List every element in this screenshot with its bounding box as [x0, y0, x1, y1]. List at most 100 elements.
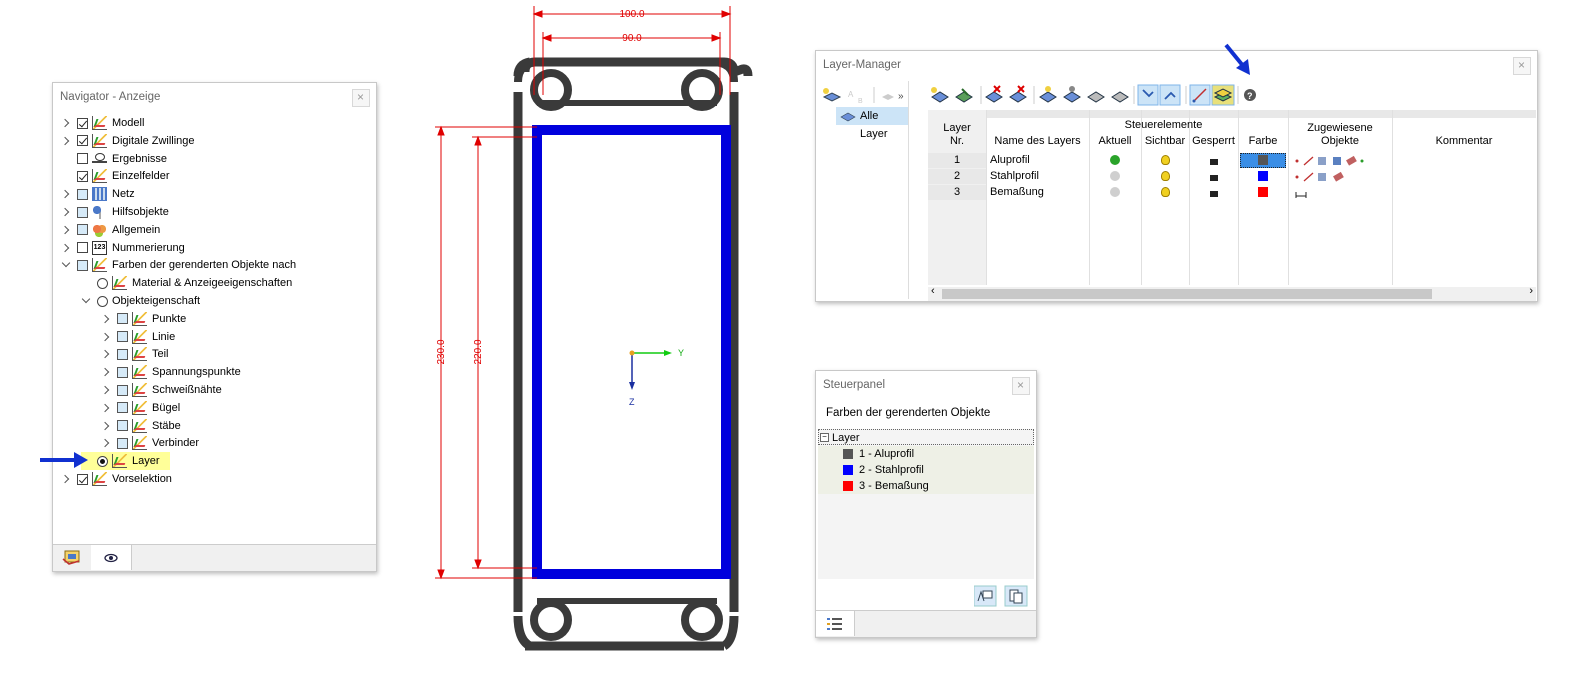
lightbulb-icon[interactable] [1161, 155, 1170, 165]
svg-text:?: ? [1247, 91, 1253, 101]
checkbox[interactable] [77, 170, 88, 182]
chevron-right-icon[interactable] [101, 367, 111, 377]
close-icon[interactable] [352, 83, 370, 111]
layer-name-cell[interactable]: Stahlprofil [990, 169, 1088, 184]
close-icon[interactable] [1012, 371, 1030, 399]
checkbox[interactable] [77, 153, 88, 165]
radio-button[interactable] [97, 277, 108, 289]
legend-group-layer[interactable]: − Layer [818, 429, 1034, 445]
scroll-right-icon[interactable]: › [1529, 285, 1533, 297]
chevron-right-icon[interactable] [61, 243, 71, 253]
chevron-right-icon[interactable] [101, 403, 111, 413]
checkbox[interactable] [117, 366, 128, 378]
tree-item[interactable]: Schweißnähte [101, 381, 222, 399]
tree-item[interactable]: Material & Anzeigeeigenschaften [81, 274, 292, 292]
tab-legend[interactable] [816, 611, 855, 636]
tree-item[interactable]: Farben der gerenderten Objekte nach [61, 256, 296, 274]
tree-item[interactable]: Teil [101, 345, 169, 363]
chevron-right-icon[interactable] [101, 385, 111, 395]
show-layer-icon [1039, 86, 1057, 103]
tree-item-label: Alle Layer [860, 110, 888, 140]
radio-button[interactable] [97, 455, 108, 467]
horizontal-scrollbar[interactable]: ‹ › [928, 285, 1536, 301]
checkbox[interactable] [77, 135, 88, 147]
tree-item[interactable]: Hilfsobjekte [61, 203, 169, 221]
layer-color-swatch[interactable] [1258, 155, 1268, 165]
tree-item-label: Verbinder [152, 437, 200, 450]
axis-y-label: Y [678, 348, 684, 358]
chevron-right-icon[interactable] [101, 438, 111, 448]
collapse-icon[interactable]: − [820, 433, 829, 442]
checkbox[interactable] [117, 437, 128, 449]
header-name: Name des Layers [994, 135, 1081, 147]
chevron-right-icon[interactable] [61, 207, 71, 217]
scroll-left-icon[interactable]: ‹ [931, 285, 935, 297]
checkbox[interactable] [77, 206, 88, 218]
tree-item[interactable]: Stäbe [101, 417, 181, 435]
checkbox[interactable] [77, 473, 88, 485]
unlock-icon[interactable] [1210, 191, 1218, 197]
svg-text:B: B [858, 98, 863, 105]
chevron-right-icon[interactable] [61, 118, 71, 128]
chevron-right-icon[interactable] [101, 349, 111, 359]
tree-item[interactable]: Bügel [101, 399, 180, 417]
chevron-right-icon[interactable] [101, 332, 111, 342]
not-current-icon[interactable] [1110, 171, 1120, 181]
unlock-icon[interactable] [1210, 175, 1218, 181]
chevron-down-icon[interactable] [81, 296, 91, 306]
tree-item[interactable]: Einzelfelder [61, 167, 169, 185]
tree-item[interactable]: 123 Nummerierung [61, 239, 185, 257]
checkbox[interactable] [117, 313, 128, 325]
checkbox[interactable] [117, 420, 128, 432]
tree-item[interactable]: Vorselektion [61, 470, 172, 488]
tree-item-all-layers[interactable]: Alle Layer [836, 107, 908, 140]
layer-name-cell[interactable]: Bemaßung [990, 185, 1088, 200]
checkbox[interactable] [77, 224, 88, 236]
checkbox[interactable] [117, 402, 128, 414]
checkbox[interactable] [77, 242, 88, 254]
chevron-right-icon[interactable] [61, 474, 71, 484]
checkbox[interactable] [77, 259, 88, 271]
checkbox[interactable] [77, 117, 88, 129]
tree-item[interactable]: Verbinder [101, 434, 199, 452]
layer-name-cell[interactable]: Aluprofil [990, 153, 1088, 168]
tree-item[interactable]: Layer [81, 452, 170, 471]
tab-display[interactable] [91, 545, 132, 570]
tree-item[interactable]: Modell [61, 114, 144, 132]
not-current-icon[interactable] [1110, 187, 1120, 197]
current-check-icon[interactable] [1110, 155, 1120, 165]
tree-item[interactable]: Allgemein [61, 221, 160, 239]
scrollbar-thumb[interactable] [942, 289, 1432, 299]
checkbox[interactable] [117, 384, 128, 396]
radio-button[interactable] [97, 295, 108, 307]
control-panel-tabs [816, 610, 1036, 637]
chevron-right-icon[interactable] [61, 189, 71, 199]
tree-item[interactable]: Objekteigenschaft [81, 292, 200, 310]
checkbox[interactable] [117, 348, 128, 360]
chevron-right-icon[interactable] [101, 314, 111, 324]
chevron-right-icon[interactable] [61, 225, 71, 235]
tree-item[interactable]: Ergebnisse [61, 150, 167, 168]
tree-item[interactable]: Linie [101, 328, 175, 346]
tree-item[interactable]: Digitale Zwillinge [61, 132, 195, 150]
chevron-right-icon[interactable] [101, 421, 111, 431]
model-icon [92, 116, 107, 130]
layer-color-swatch[interactable] [1258, 171, 1268, 181]
checkbox[interactable] [77, 188, 88, 200]
tree-item[interactable]: Netz [61, 185, 135, 203]
unlock-icon[interactable] [1210, 159, 1218, 165]
lightbulb-icon[interactable] [1161, 171, 1170, 181]
chevron-right-icon[interactable] [61, 136, 71, 146]
tree-item[interactable]: Spannungspunkte [101, 363, 241, 381]
tab-data[interactable] [53, 545, 91, 570]
tree-item[interactable]: Punkte [101, 310, 186, 328]
close-icon[interactable] [1513, 51, 1531, 79]
lightbulb-icon[interactable] [1161, 187, 1170, 197]
layer-manager-panel: Layer-Manager AB » Alle Layer [815, 50, 1538, 302]
chevron-down-icon[interactable] [61, 260, 71, 270]
tree-item-label: Stäbe [152, 419, 181, 432]
layer-color-swatch[interactable] [1258, 187, 1268, 197]
checkbox[interactable] [117, 331, 128, 343]
header-nr: Nr. [949, 135, 965, 147]
help-icon: ? [1244, 89, 1256, 101]
